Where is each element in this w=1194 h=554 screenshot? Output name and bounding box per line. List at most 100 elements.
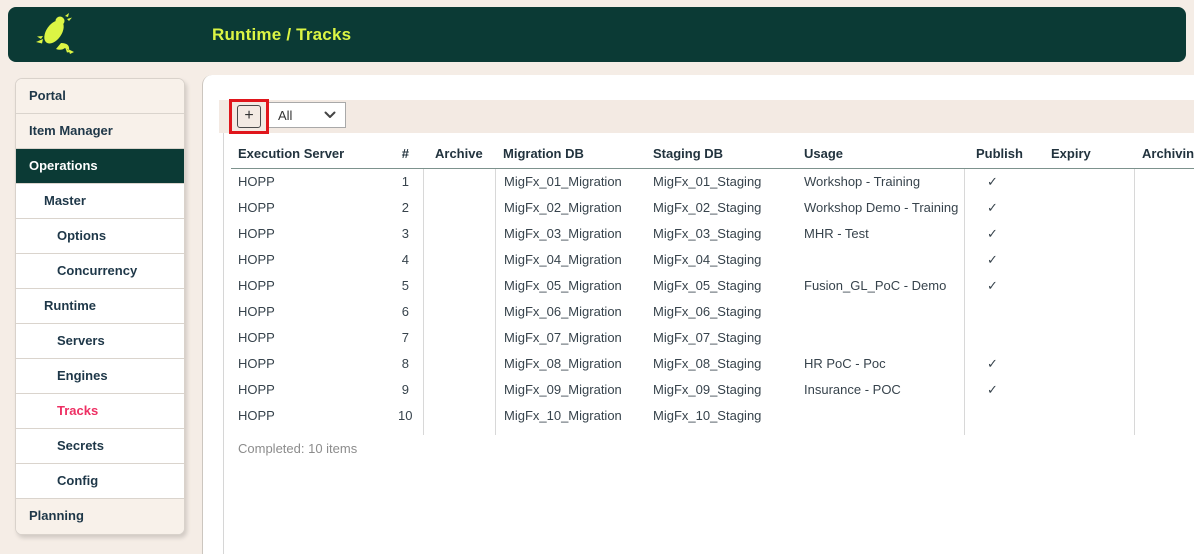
sidebar-item-operations[interactable]: Operations xyxy=(16,149,184,184)
app-header: Runtime / Tracks xyxy=(8,7,1186,62)
frog-logo-icon xyxy=(34,13,76,57)
sidebar-item-options[interactable]: Options xyxy=(16,219,184,254)
table-row[interactable]: HOPP5MigFx_05_MigrationMigFx_05_StagingF… xyxy=(231,273,1194,299)
separator-cell xyxy=(398,429,423,435)
cell-expiry xyxy=(1041,351,1134,377)
cell-publish: ✓ xyxy=(964,273,1041,299)
cell-migration_db: MigFx_08_Migration xyxy=(495,351,645,377)
cell-archive xyxy=(423,377,495,403)
status-text: Completed: 10 items xyxy=(231,441,1194,456)
sidebar-item-servers[interactable]: Servers xyxy=(16,324,184,359)
cell-migration_db: MigFx_02_Migration xyxy=(495,195,645,221)
cell-num: 9 xyxy=(398,377,423,403)
cell-migration_db: MigFx_05_Migration xyxy=(495,273,645,299)
cell-publish: ✓ xyxy=(964,169,1041,195)
cell-archiving xyxy=(1134,299,1194,325)
sidebar-item-secrets[interactable]: Secrets xyxy=(16,429,184,464)
add-track-button[interactable]: + xyxy=(237,105,261,128)
table-row[interactable]: HOPP1MigFx_01_MigrationMigFx_01_StagingW… xyxy=(231,169,1194,195)
cell-server: HOPP xyxy=(231,403,398,429)
cell-publish: ✓ xyxy=(964,377,1041,403)
cell-staging_db: MigFx_06_Staging xyxy=(645,299,796,325)
sidebar-item-concurrency[interactable]: Concurrency xyxy=(16,254,184,289)
table-row[interactable]: HOPP10MigFx_10_MigrationMigFx_10_Staging xyxy=(231,403,1194,429)
cell-archive xyxy=(423,299,495,325)
sidebar-item-planning[interactable]: Planning xyxy=(16,499,184,534)
cell-server: HOPP xyxy=(231,299,398,325)
cell-archive xyxy=(423,273,495,299)
column-header-num[interactable]: # xyxy=(398,146,423,161)
cell-usage: Workshop - Training xyxy=(796,169,964,195)
cell-usage xyxy=(796,325,964,351)
cell-archiving xyxy=(1134,221,1194,247)
cell-publish xyxy=(964,403,1041,429)
separator-cell xyxy=(423,429,495,435)
cell-num: 6 xyxy=(398,299,423,325)
sidebar-item-master[interactable]: Master xyxy=(16,184,184,219)
cell-publish xyxy=(964,299,1041,325)
cell-server: HOPP xyxy=(231,325,398,351)
cell-archive xyxy=(423,221,495,247)
sidebar-item-engines[interactable]: Engines xyxy=(16,359,184,394)
page-title: Runtime / Tracks xyxy=(212,7,351,62)
column-header-usage[interactable]: Usage xyxy=(796,146,964,161)
cell-expiry xyxy=(1041,403,1134,429)
cell-migration_db: MigFx_07_Migration xyxy=(495,325,645,351)
cell-archiving xyxy=(1134,325,1194,351)
cell-usage xyxy=(796,403,964,429)
cell-publish: ✓ xyxy=(964,195,1041,221)
table-row[interactable]: HOPP3MigFx_03_MigrationMigFx_03_StagingM… xyxy=(231,221,1194,247)
cell-usage xyxy=(796,247,964,273)
cell-archiving xyxy=(1134,247,1194,273)
cell-server: HOPP xyxy=(231,351,398,377)
cell-migration_db: MigFx_10_Migration xyxy=(495,403,645,429)
separator-cell xyxy=(495,429,645,435)
table-row[interactable]: HOPP8MigFx_08_MigrationMigFx_08_StagingH… xyxy=(231,351,1194,377)
sidebar-item-config[interactable]: Config xyxy=(16,464,184,499)
column-header-publish[interactable]: Publish xyxy=(964,146,1041,161)
sidebar-item-runtime[interactable]: Runtime xyxy=(16,289,184,324)
sidebar-item-tracks[interactable]: Tracks xyxy=(16,394,184,429)
separator-cell xyxy=(231,429,398,435)
column-header-archiving[interactable]: Archiving xyxy=(1134,146,1194,161)
cell-usage: Workshop Demo - Training xyxy=(796,195,964,221)
filter-select[interactable]: All xyxy=(268,102,346,128)
annotation-highlight-box: + xyxy=(229,99,269,134)
toolbar xyxy=(219,100,1194,133)
cell-server: HOPP xyxy=(231,169,398,195)
cell-staging_db: MigFx_04_Staging xyxy=(645,247,796,273)
sidebar-item-portal[interactable]: Portal xyxy=(16,79,184,114)
cell-archiving xyxy=(1134,351,1194,377)
column-header-execution-server[interactable]: Execution Server xyxy=(231,146,398,161)
cell-num: 8 xyxy=(398,351,423,377)
separator-cell xyxy=(645,429,796,435)
cell-expiry xyxy=(1041,247,1134,273)
chevron-down-icon xyxy=(324,111,336,119)
cell-usage: HR PoC - Poc xyxy=(796,351,964,377)
cell-num: 10 xyxy=(398,403,423,429)
cell-num: 1 xyxy=(398,169,423,195)
cell-expiry xyxy=(1041,299,1134,325)
cell-publish: ✓ xyxy=(964,351,1041,377)
column-header-staging-db[interactable]: Staging DB xyxy=(645,146,796,161)
cell-server: HOPP xyxy=(231,247,398,273)
cell-staging_db: MigFx_07_Staging xyxy=(645,325,796,351)
table-row[interactable]: HOPP4MigFx_04_MigrationMigFx_04_Staging✓ xyxy=(231,247,1194,273)
separator-extension xyxy=(231,429,1194,435)
table-row[interactable]: HOPP7MigFx_07_MigrationMigFx_07_Staging xyxy=(231,325,1194,351)
column-header-archive[interactable]: Archive xyxy=(423,146,495,161)
cell-usage: Fusion_GL_PoC - Demo xyxy=(796,273,964,299)
table-row[interactable]: HOPP2MigFx_02_MigrationMigFx_02_StagingW… xyxy=(231,195,1194,221)
column-header-migration-db[interactable]: Migration DB xyxy=(495,146,645,161)
column-header-expiry[interactable]: Expiry xyxy=(1041,146,1134,161)
table-row[interactable]: HOPP6MigFx_06_MigrationMigFx_06_Staging xyxy=(231,299,1194,325)
table-row[interactable]: HOPP9MigFx_09_MigrationMigFx_09_StagingI… xyxy=(231,377,1194,403)
cell-server: HOPP xyxy=(231,221,398,247)
cell-archive xyxy=(423,351,495,377)
sidebar-item-item-manager[interactable]: Item Manager xyxy=(16,114,184,149)
cell-staging_db: MigFx_01_Staging xyxy=(645,169,796,195)
separator-cell xyxy=(964,429,1041,435)
cell-num: 3 xyxy=(398,221,423,247)
cell-migration_db: MigFx_09_Migration xyxy=(495,377,645,403)
cell-archive xyxy=(423,325,495,351)
